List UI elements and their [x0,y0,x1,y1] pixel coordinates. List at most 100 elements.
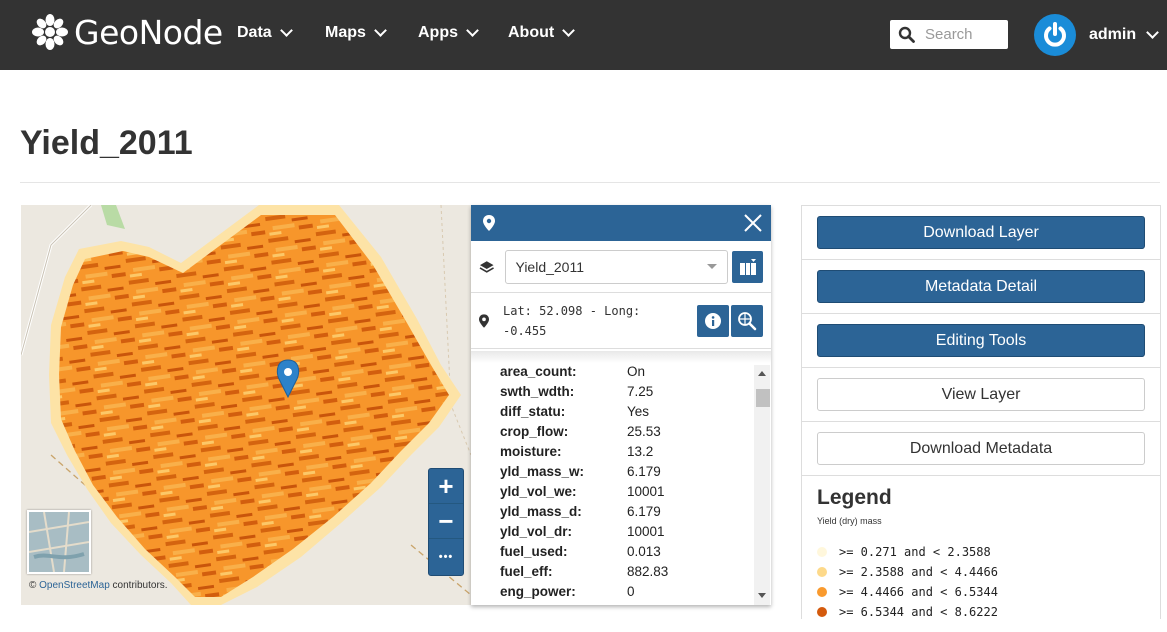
attribute-value: 0.013 [627,543,661,559]
attribute-list[interactable]: area_count: On swth_wdth: 7.25 diff_statu: Ye… [471,363,771,606]
download-metadata-cell: Download Metadata [802,422,1160,476]
map-viewer[interactable]: © OpenStreetMap contributors. + − ••• [21,205,471,605]
view-layer-cell: View Layer [802,368,1160,422]
basemap-thumbnail-icon [28,511,90,573]
basemap-switcher[interactable] [27,510,91,574]
geonode-logo[interactable]: GeoNode [30,12,223,52]
legend-swatch [817,607,827,617]
legend-item: >= 0.271 and < 2.3588 [817,542,1145,562]
legend: Legend Yield (dry) mass >= 0.271 and < 2… [802,476,1160,632]
user-name-label: admin [1089,26,1137,43]
scroll-thumb[interactable] [756,389,770,407]
nav-about-menu[interactable]: About [508,24,576,42]
attribute-key: diff_statu: [500,403,566,419]
attribute-row: eng_load:82 [500,601,668,606]
view-layer-button[interactable]: View Layer [817,378,1145,411]
top-navbar: GeoNode Data Maps Apps About admin [0,0,1167,70]
chevron-down-icon [279,24,293,37]
coordinates-line-1: Lat: 52.098 - Long: [503,303,641,318]
caret-down-icon [707,264,717,269]
table-edit-icon [739,258,756,275]
attribute-row: moisture: 13.2 [500,441,668,461]
nav-data-label: Data [237,24,272,41]
copyright-symbol: © [29,580,37,591]
layer-select[interactable]: Yield_2011 [504,249,728,284]
attribute-row: fuel_eff: 882.83 [500,561,668,581]
legend-swatch [817,547,827,557]
layers-icon [479,260,494,273]
info-button[interactable] [697,304,729,337]
search-icon [898,26,915,43]
layer-select-value: Yield_2011 [515,258,585,275]
chevron-down-icon [562,24,576,37]
attribute-scrollbar[interactable] [754,365,770,605]
attribute-value: On [627,363,646,379]
attribute-key: crop_flow: [500,423,569,439]
attribute-key: swth_wdth: [500,383,575,399]
search-box[interactable] [890,20,1008,49]
coordinate-actions [697,304,763,337]
attribute-value: 882.83 [627,563,669,579]
nav-data-menu[interactable]: Data [237,24,293,42]
download-metadata-button[interactable]: Download Metadata [817,432,1145,465]
legend-item: >= 6.5344 and < 8.6222 [817,602,1145,622]
layer-actions-panel: Download Layer Metadata Detail Editing T… [801,205,1161,619]
metadata-detail-cell: Metadata Detail [802,260,1160,314]
close-icon[interactable] [743,213,763,233]
attribute-value: Yes [627,403,650,419]
user-menu[interactable]: admin [1089,26,1159,44]
attribute-row: crop_flow: 25.53 [500,421,668,441]
nav-maps-label: Maps [325,24,366,41]
page-title: Yield_2011 [20,124,193,162]
attribute-key: eng_power: [500,583,576,599]
legend-label: >= 0.271 and < 2.3588 [839,545,991,559]
search-coordinates-button[interactable] [731,304,763,337]
nav-maps-menu[interactable]: Maps [325,24,387,42]
zoom-out-button[interactable]: − [429,504,463,539]
search-input[interactable] [925,26,1005,43]
legend-swatch [817,567,827,577]
attribute-value: 6.179 [627,463,661,479]
openstreetmap-link[interactable]: OpenStreetMap [39,580,110,591]
attribute-value: 0 [627,583,635,599]
legend-item: >= 4.4466 and < 6.5344 [817,582,1145,602]
chevron-down-icon [466,24,479,37]
zoom-controls: + − ••• [428,468,464,576]
identify-panel: Yield_2011 Lat: 52.098 - Long: -0.455 ar… [471,205,771,605]
chevron-down-icon [1146,26,1159,39]
scroll-down-arrow-icon[interactable] [758,593,766,598]
globe-search-icon [738,311,757,330]
nav-apps-menu[interactable]: Apps [418,24,479,42]
attribute-key: yld_vol_we: [500,483,577,499]
attribute-value: 13.2 [627,443,654,459]
attribute-key: eng_load: [500,604,627,606]
more-tools-button[interactable]: ••• [429,539,463,574]
edit-layer-button[interactable] [732,250,763,283]
park-area [101,205,125,229]
identify-header [471,205,771,241]
legend-swatch [817,587,827,597]
editing-tools-button[interactable]: Editing Tools [817,324,1145,357]
attribute-key: moisture: [500,443,562,459]
attribution-suffix: contributors. [109,580,168,591]
download-layer-cell: Download Layer [802,206,1160,260]
zoom-in-button[interactable]: + [429,469,463,504]
attribute-key: yld_vol_dr: [500,523,573,539]
attribute-value: 10001 [627,523,665,539]
attribute-row: swth_wdth: 7.25 [500,381,668,401]
attribute-value: 7.25 [627,383,654,399]
user-avatar[interactable] [1034,14,1076,56]
attribute-value: 25.53 [627,423,661,439]
attribute-value: 6.179 [627,503,661,519]
panel-shadow [471,351,771,363]
download-layer-button[interactable]: Download Layer [817,216,1145,249]
attribute-row: yld_mass_d: 6.179 [500,501,668,521]
geonode-logo-icon [32,14,68,50]
scroll-up-arrow-icon[interactable] [758,371,766,376]
legend-list: >= 0.271 and < 2.3588 >= 2.3588 and < 4.4… [817,542,1145,622]
attribute-row: area_count: On [500,363,668,381]
map-attribution: © OpenStreetMap contributors. [29,580,168,591]
metadata-detail-button[interactable]: Metadata Detail [817,270,1145,303]
coordinates-text: Lat: 52.098 - Long: -0.455 [503,301,693,341]
coordinates-row: Lat: 52.098 - Long: -0.455 [471,293,771,349]
